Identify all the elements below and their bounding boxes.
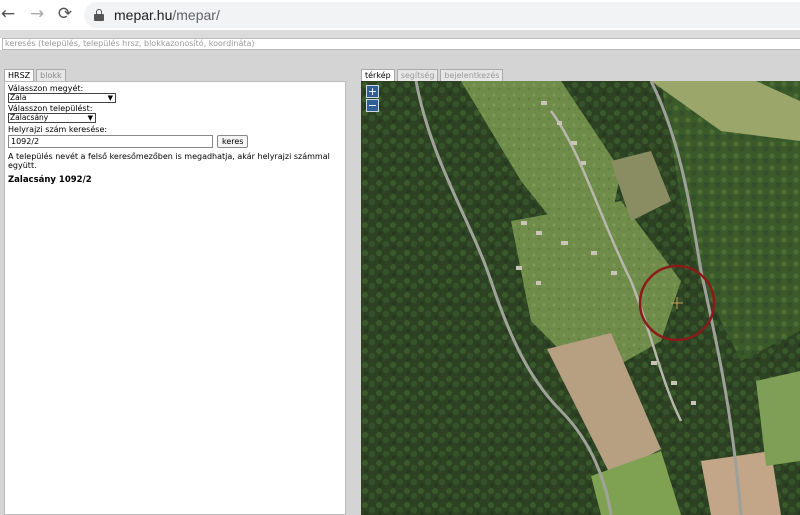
search-row: keresés (település, település hrsz, blok…: [0, 38, 800, 50]
browser-toolbar: ← → ⟳ mepar.hu/mepar/: [0, 0, 800, 30]
satellite-map[interactable]: + −: [361, 81, 800, 515]
town-label: Válasszon települést:: [8, 104, 93, 113]
zoom-out-button[interactable]: −: [366, 99, 379, 112]
map-tabs: térkép segítség bejelentkezés: [361, 69, 505, 81]
hrsz-label: Helyrajzi szám keresése:: [8, 125, 108, 134]
result-link[interactable]: Zalacsány 1092/2: [8, 175, 342, 185]
tab-hrsz[interactable]: HRSZ: [4, 69, 35, 81]
tab-blokk[interactable]: blokk: [36, 69, 66, 81]
town-value: Zalacsány: [10, 113, 49, 122]
left-tabs: HRSZ blokk: [4, 69, 68, 81]
hint-text: A település nevét a felső keresőmezőben …: [8, 152, 330, 170]
county-select[interactable]: Zala ▼: [8, 93, 116, 103]
hrsz-panel: Válasszon megyét: Zala ▼ Válasszon telep…: [4, 81, 346, 515]
hrsz-row: 1092/2 keres: [8, 135, 342, 148]
url-path: /mepar/: [172, 7, 220, 23]
forward-arrow-icon[interactable]: →: [26, 3, 48, 25]
county-label: Válasszon megyét:: [8, 84, 84, 93]
zoom-in-button[interactable]: +: [366, 85, 379, 98]
hrsz-input[interactable]: 1092/2: [8, 135, 213, 148]
map-imagery: [361, 81, 800, 515]
back-arrow-icon[interactable]: ←: [0, 3, 16, 25]
tab-terkep[interactable]: térkép: [361, 69, 395, 81]
url-host: mepar.hu: [114, 7, 173, 23]
search-input[interactable]: keresés (település, település hrsz, blok…: [2, 38, 800, 50]
dropdown-arrow-icon: ▼: [107, 94, 113, 102]
tab-bejelentkezes[interactable]: bejelentkezés: [440, 69, 504, 81]
address-bar[interactable]: mepar.hu/mepar/: [84, 2, 800, 28]
search-button[interactable]: keres: [217, 135, 249, 148]
town-select[interactable]: Zalacsány ▼: [8, 113, 96, 123]
tab-segitseg[interactable]: segítség: [396, 69, 439, 81]
url-text: mepar.hu/mepar/: [114, 7, 220, 23]
top-strip: [0, 30, 800, 38]
county-value: Zala: [10, 93, 27, 102]
lock-icon: [94, 9, 104, 21]
dropdown-arrow-icon: ▼: [87, 114, 93, 122]
reload-icon[interactable]: ⟳: [54, 3, 76, 25]
zoom-controls: + −: [366, 85, 380, 113]
